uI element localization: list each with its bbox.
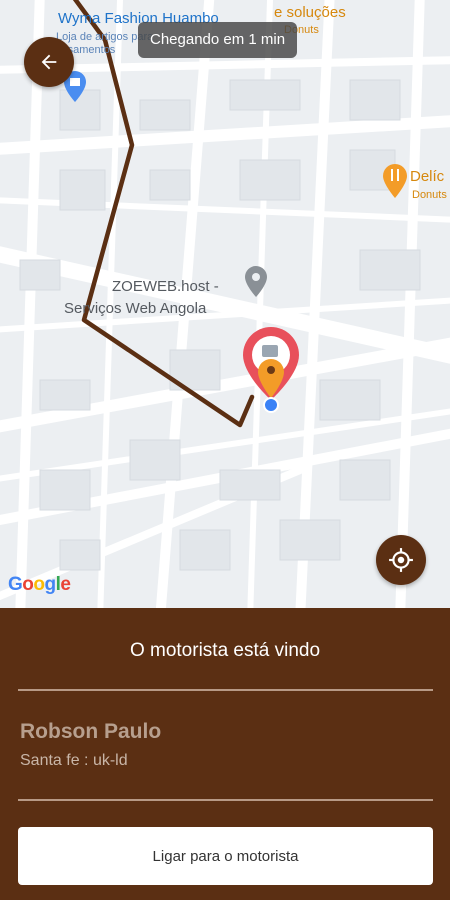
google-logo-letter: o [22,574,34,595]
poi-name-solucoes[interactable]: e soluções [274,4,346,21]
status-title: O motorista está vindo [129,640,321,661]
call-driver-button[interactable]: Ligar para o motorista [18,827,433,885]
poi-name-zoeweb[interactable]: ZOEWEB.host - [112,278,219,295]
vehicle-info: Santa fe : uk-ld [20,752,128,769]
google-logo: Google [8,574,71,596]
back-button[interactable] [24,37,74,87]
my-location-icon [389,548,413,572]
divider [18,689,433,691]
google-logo-letter: g [44,574,57,595]
poi-name-delic[interactable]: Delíc [410,168,444,185]
poi-desc-delic: Donuts [412,189,447,201]
arrival-time-chip: Chegando em 1 min [138,22,298,58]
arrow-left-icon [41,54,57,70]
driver-panel: O motorista está vindo Robson Paulo Sant… [0,608,450,900]
driver-name: Robson Paulo [20,720,162,743]
divider [18,799,433,801]
google-logo-letter: G [8,574,23,595]
poi-desc-zoeweb: Serviços Web Angola [64,300,207,317]
map-view[interactable]: Wyma Fashion Huambo Loja de artigos para… [0,0,450,608]
google-logo-letter: e [60,574,71,595]
user-location-dot [263,397,279,413]
google-logo-letter: o [33,574,45,595]
my-location-button[interactable] [376,535,426,585]
